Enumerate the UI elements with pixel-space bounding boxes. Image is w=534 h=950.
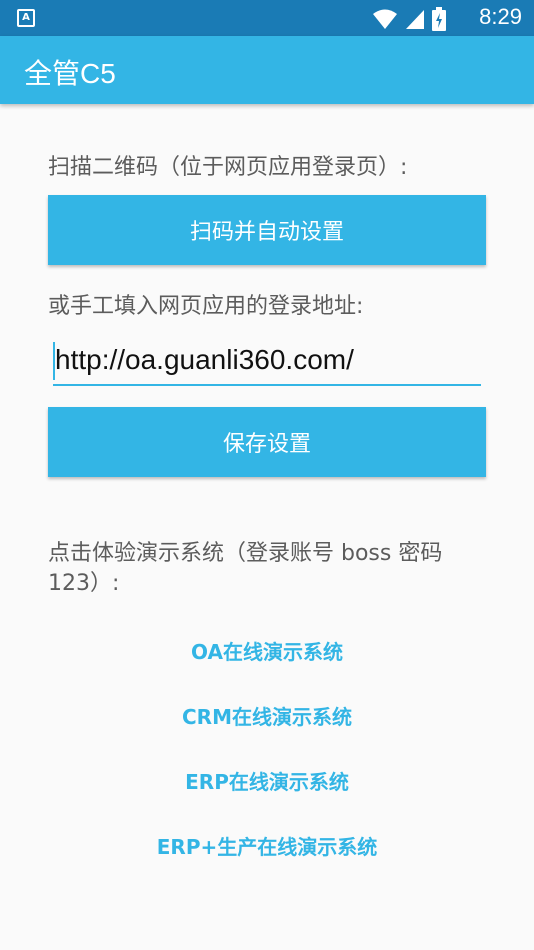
- wifi-icon: [373, 9, 397, 29]
- scan-label: 扫描二维码（位于网页应用登录页）:: [48, 155, 408, 180]
- scan-setup-button[interactable]: 扫码并自动设置: [48, 195, 486, 265]
- status-time: 8:29: [479, 4, 522, 29]
- demo-link-crm[interactable]: CRM在线演示系统: [0, 701, 534, 730]
- demo-label-line1: 点击体验演示系统（登录账号 boss 密码: [48, 541, 443, 566]
- app-bar: 全管C5: [0, 36, 534, 104]
- status-bar: A 8:29: [0, 0, 534, 36]
- demo-link-erp[interactable]: ERP在线演示系统: [0, 766, 534, 795]
- signal-icon: [406, 10, 424, 29]
- demo-label-line2: 123）:: [48, 571, 120, 596]
- battery-icon: [432, 7, 446, 31]
- demo-link-erp-production[interactable]: ERP+生产在线演示系统: [0, 831, 534, 860]
- manual-url-label: 或手工填入网页应用的登录地址:: [48, 294, 364, 319]
- font-a-icon: A: [17, 9, 35, 27]
- demo-link-oa[interactable]: OA在线演示系统: [0, 636, 534, 665]
- save-settings-button[interactable]: 保存设置: [48, 407, 486, 477]
- status-icons: [372, 7, 446, 31]
- app-title: 全管C5: [24, 58, 116, 89]
- url-field[interactable]: [53, 336, 481, 386]
- url-input[interactable]: [55, 340, 475, 380]
